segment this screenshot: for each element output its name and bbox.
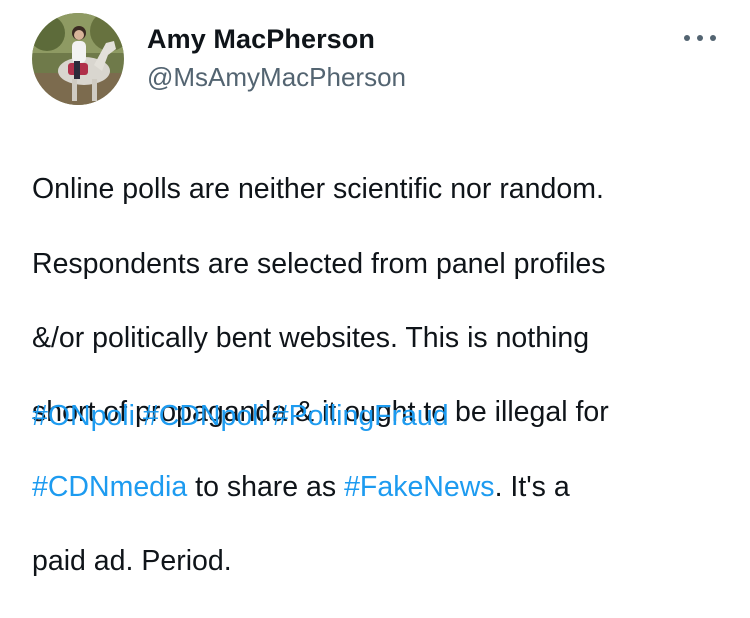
tweet-text: Online polls are neither scientific nor … (32, 134, 732, 618)
tweet-line: Respondents are selected from panel prof… (32, 247, 606, 280)
tweet-line: paid ad. Period. (32, 545, 232, 578)
hashtag-link-pollingfraud[interactable]: #PollingFraud (273, 400, 449, 432)
tweet-line: &/or politically bent websites. This is … (32, 322, 590, 355)
hashtag-link-cdnmedia[interactable]: #CDNmedia (32, 471, 187, 503)
more-horizontal-icon-dot (697, 35, 703, 41)
tweet-line: Online polls are neither scientific nor … (32, 173, 604, 206)
tweet-text-fragment: . It's a (494, 470, 570, 503)
tweet-text-fragment: to share as (187, 470, 345, 503)
author-display-name[interactable]: Amy MacPherson (147, 23, 375, 55)
tweet-line: #CDNmedia to share as #FakeNews. It's a (32, 469, 732, 506)
tweet-card: Amy MacPherson @MsAmyMacPherson Online p… (0, 0, 750, 577)
more-horizontal-icon (684, 35, 690, 41)
more-horizontal-icon-dot (710, 35, 716, 41)
hashtag-list: #ONpoli #CDNpoli #PollingFraud (32, 398, 449, 435)
hashtag-link-onpoli[interactable]: #ONpoli (32, 400, 135, 432)
author-handle[interactable]: @MsAmyMacPherson (147, 61, 406, 93)
profile-photo-icon (32, 13, 124, 105)
avatar[interactable] (32, 13, 124, 105)
more-options-button[interactable] (680, 26, 720, 50)
hashtag-link-cdnpoli[interactable]: #CDNpoli (143, 400, 265, 432)
hashtag-link-fakenews[interactable]: #FakeNews (344, 471, 494, 503)
